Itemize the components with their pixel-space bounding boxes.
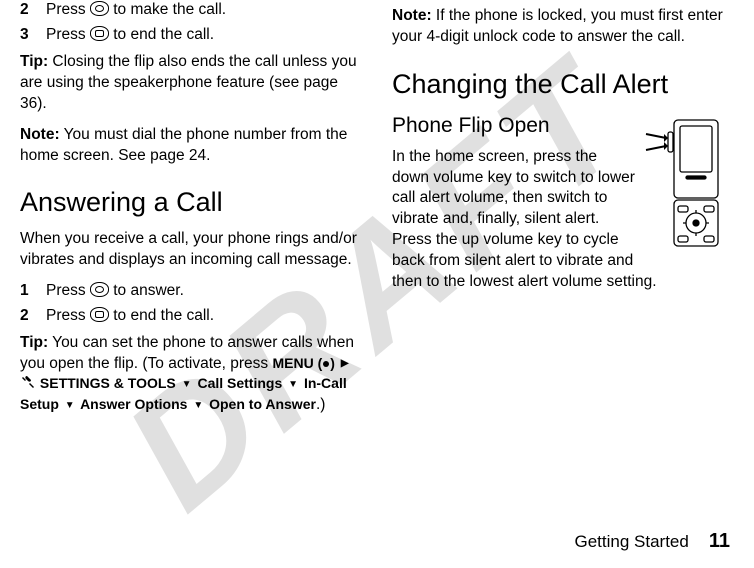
page-footer: Getting Started 11 <box>0 530 754 561</box>
phone-flip-open-block: Phone Flip Open In the home screen, pres… <box>392 112 734 293</box>
answering-intro: When you receive a call, your phone ring… <box>20 229 362 271</box>
arrow-down-icon: ▼ <box>193 399 203 413</box>
step-text: Press to end the call. <box>46 25 214 46</box>
step-text: Press to answer. <box>46 281 184 302</box>
arrow-icon: ▶ <box>341 357 349 371</box>
arrow-down-icon: ▼ <box>182 378 192 392</box>
answer-options-label: Answer Options <box>80 396 187 412</box>
send-key-icon <box>90 282 109 297</box>
heading-changing-call-alert: Changing the Call Alert <box>392 66 734 102</box>
note-label: Note: <box>20 126 60 143</box>
footer-section-name: Getting Started <box>575 532 689 552</box>
step-number: 1 <box>20 281 32 302</box>
step-post: to end the call. <box>109 26 214 43</box>
arrow-down-icon: ▼ <box>65 399 75 413</box>
tip-label: Tip: <box>20 53 48 70</box>
step-post: to make the call. <box>109 1 226 18</box>
content-columns: 2 Press to make the call. 3 Press to end… <box>0 0 754 530</box>
left-column: 2 Press to make the call. 3 Press to end… <box>20 0 362 520</box>
step-2: 2 Press to make the call. <box>20 0 362 21</box>
step-pre: Press <box>46 282 90 299</box>
tip-text: Closing the flip also ends the call unle… <box>20 53 357 112</box>
menu-label: MENU <box>272 355 313 371</box>
tip-open-to-answer: Tip: You can set the phone to answer cal… <box>20 333 362 417</box>
step-post: to answer. <box>109 282 184 299</box>
step-post: to end the call. <box>109 307 214 324</box>
step-pre: Press <box>46 26 90 43</box>
answer-step-1: 1 Press to answer. <box>20 281 362 302</box>
tools-icon <box>20 375 36 394</box>
tip-close: .) <box>316 396 325 413</box>
step-pre: Press <box>46 307 90 324</box>
step-text: Press to end the call. <box>46 306 214 327</box>
open-to-answer-label: Open to Answer <box>209 396 316 412</box>
step-pre: Press <box>46 1 90 18</box>
end-key-icon <box>90 26 109 41</box>
tip-flip-end: Tip: Closing the flip also ends the call… <box>20 52 362 115</box>
note-label: Note: <box>392 7 432 24</box>
settings-tools-label: SETTINGS & TOOLS <box>40 375 176 391</box>
right-column: Note: If the phone is locked, you must f… <box>392 0 734 520</box>
step-text: Press to make the call. <box>46 0 226 21</box>
tip-label: Tip: <box>20 334 48 351</box>
step-number: 2 <box>20 306 32 327</box>
step-number: 2 <box>20 0 32 21</box>
call-settings-label: Call Settings <box>197 375 282 391</box>
send-key-icon <box>90 1 109 16</box>
footer-page-number: 11 <box>709 530 730 553</box>
end-key-icon <box>90 307 109 322</box>
arrow-down-icon: ▼ <box>288 378 298 392</box>
note-dial-home: Note: You must dial the phone number fro… <box>20 125 362 167</box>
phone-illustration <box>644 116 734 258</box>
heading-answering-call: Answering a Call <box>20 184 362 220</box>
step-3: 3 Press to end the call. <box>20 25 362 46</box>
answer-step-2: 2 Press to end the call. <box>20 306 362 327</box>
step-number: 3 <box>20 25 32 46</box>
center-key-icon <box>323 361 329 367</box>
note-text: You must dial the phone number from the … <box>20 126 347 164</box>
note-locked-phone: Note: If the phone is locked, you must f… <box>392 6 734 48</box>
note-text: If the phone is locked, you must first e… <box>392 7 723 45</box>
